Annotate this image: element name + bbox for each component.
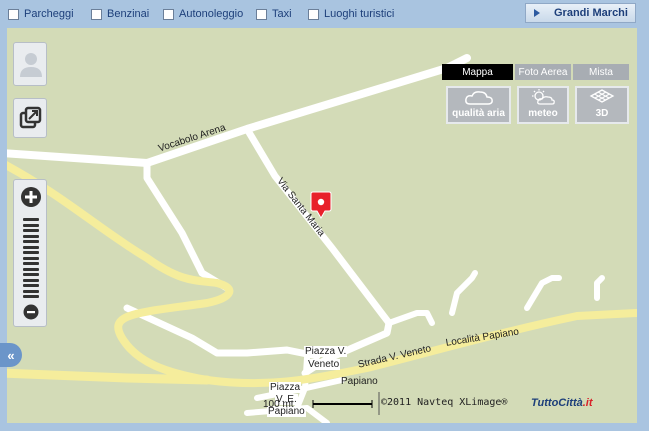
layer-checkbox-parcheggi[interactable]: Parcheggi [8,6,74,22]
layer-checkbox-benzinai[interactable]: Benzinai [91,6,149,22]
logo-main: TuttoCittà [531,397,583,409]
zoom-level-bar[interactable] [23,289,39,293]
qualita-aria-label: qualità aria [452,108,505,119]
zoom-level-bar[interactable] [23,245,39,249]
qualita-aria-button[interactable]: qualità aria [446,86,511,124]
place-label-papiano: Papiano [341,376,378,387]
zoom-out-icon[interactable] [23,304,39,320]
logo-suffix: .it [582,397,593,409]
zoom-level-bar[interactable] [23,223,39,227]
street-view-button[interactable] [13,42,47,86]
zoom-level-bar[interactable] [23,295,39,298]
zoom-level-bar[interactable] [23,262,39,265]
scale-label: 100 mt [263,399,294,410]
zoom-level-bar[interactable] [23,267,39,271]
layer-label: Luoghi turistici [324,8,395,20]
zoom-level-bar[interactable] [23,273,39,276]
layer-checkbox-luoghi-turistici[interactable]: Luoghi turistici [308,6,394,22]
expand-window-icon [19,106,42,129]
checkbox-box[interactable] [256,8,267,20]
zoom-level-bar[interactable] [23,218,39,221]
checkbox-box[interactable] [91,8,102,20]
cloud-icon [464,91,493,105]
layer-label: Parcheggi [24,8,74,20]
3d-label: 3D [595,108,609,119]
layer-checkbox-taxi[interactable]: Taxi [256,6,292,22]
zoom-level-bar[interactable] [23,240,39,243]
copyright-text: ©2011 Navteq XLimage® [381,397,508,408]
tab-foto-aerea[interactable]: Foto Aerea [515,64,571,80]
meteo-button[interactable]: meteo [517,86,569,124]
3d-button[interactable]: 3D [575,86,629,124]
layer-label: Benzinai [107,8,150,20]
place-label-piazza-v-veneto-line2: Veneto [307,359,341,370]
place-label-piazza-v-veneto: Piazza V. [304,346,348,357]
layer-label: Taxi [272,8,292,20]
play-triangle-icon [534,9,540,17]
person-icon [20,53,42,77]
3d-grid-icon [589,89,615,103]
layer-checkbox-autonoleggio[interactable]: Autonoleggio [163,6,243,22]
meteo-label: meteo [528,108,558,119]
checkbox-box[interactable] [163,8,174,20]
zoom-level-bar[interactable] [23,251,39,254]
map-canvas[interactable]: Vocabolo Arena Via Santa Maria Strada V.… [7,28,637,423]
tuttocitta-logo[interactable]: TuttoCittà.it [531,397,593,409]
place-label-piazza-v-e: Piazza [269,382,302,393]
zoom-level-bar[interactable] [23,284,39,287]
checkbox-box[interactable] [8,8,19,20]
zoom-level-bar[interactable] [23,229,39,232]
zoom-control [13,179,47,327]
double-chevron-left-icon: « [7,347,15,363]
checkbox-box[interactable] [308,8,319,20]
grandi-marchi-button[interactable]: Grandi Marchi [525,3,636,23]
tab-mappa[interactable]: Mappa [442,64,513,80]
expand-map-button[interactable] [13,98,47,138]
location-marker-icon [310,191,332,220]
scale-bar [312,392,380,415]
layers-toolbar: Parcheggi Benzinai Autonoleggio Taxi Luo… [0,0,649,28]
tab-mista[interactable]: Mista [573,64,629,80]
grandi-marchi-label: Grandi Marchi [554,7,628,19]
sun-cloud-icon [532,89,555,105]
zoom-level-bar[interactable] [23,256,39,260]
zoom-in-icon[interactable] [20,186,42,208]
zoom-level-bar[interactable] [23,234,39,238]
layer-label: Autonoleggio [179,8,244,20]
zoom-level-bar[interactable] [23,278,39,282]
